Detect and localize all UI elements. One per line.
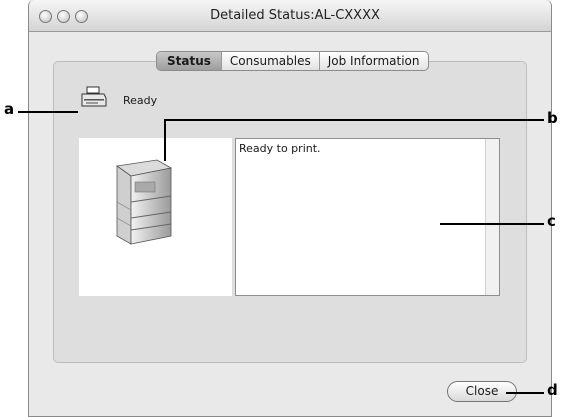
callout-c-line	[440, 223, 544, 225]
scrollbar[interactable]	[485, 139, 499, 295]
callout-d-line	[506, 392, 544, 394]
callout-a: a	[4, 100, 15, 118]
window-title: Detailed Status:AL-CXXXX	[210, 8, 380, 23]
status-label: Ready	[123, 94, 158, 107]
title-bar: Detailed Status:AL-CXXXX	[29, 0, 551, 32]
status-message-box[interactable]: Ready to print.	[235, 138, 500, 296]
tab-job-information[interactable]: Job Information	[320, 52, 428, 70]
callout-a-line	[18, 111, 78, 113]
printer-image-panel	[79, 138, 232, 296]
callout-b-line-horizontal	[164, 119, 544, 121]
callout-b-line-vertical	[164, 119, 166, 161]
callout-d: d	[547, 381, 558, 399]
callout-c: c	[547, 212, 556, 230]
printer-status-icon	[81, 86, 107, 107]
tab-bar: Status Consumables Job Information	[156, 51, 429, 71]
tab-status[interactable]: Status	[157, 52, 222, 70]
detailed-status-window: Detailed Status:AL-CXXXX Status Consumab…	[28, 0, 552, 417]
printer-image	[115, 159, 173, 245]
callout-b: b	[547, 109, 558, 127]
status-message: Ready to print.	[239, 142, 321, 155]
tab-consumables[interactable]: Consumables	[222, 52, 320, 70]
